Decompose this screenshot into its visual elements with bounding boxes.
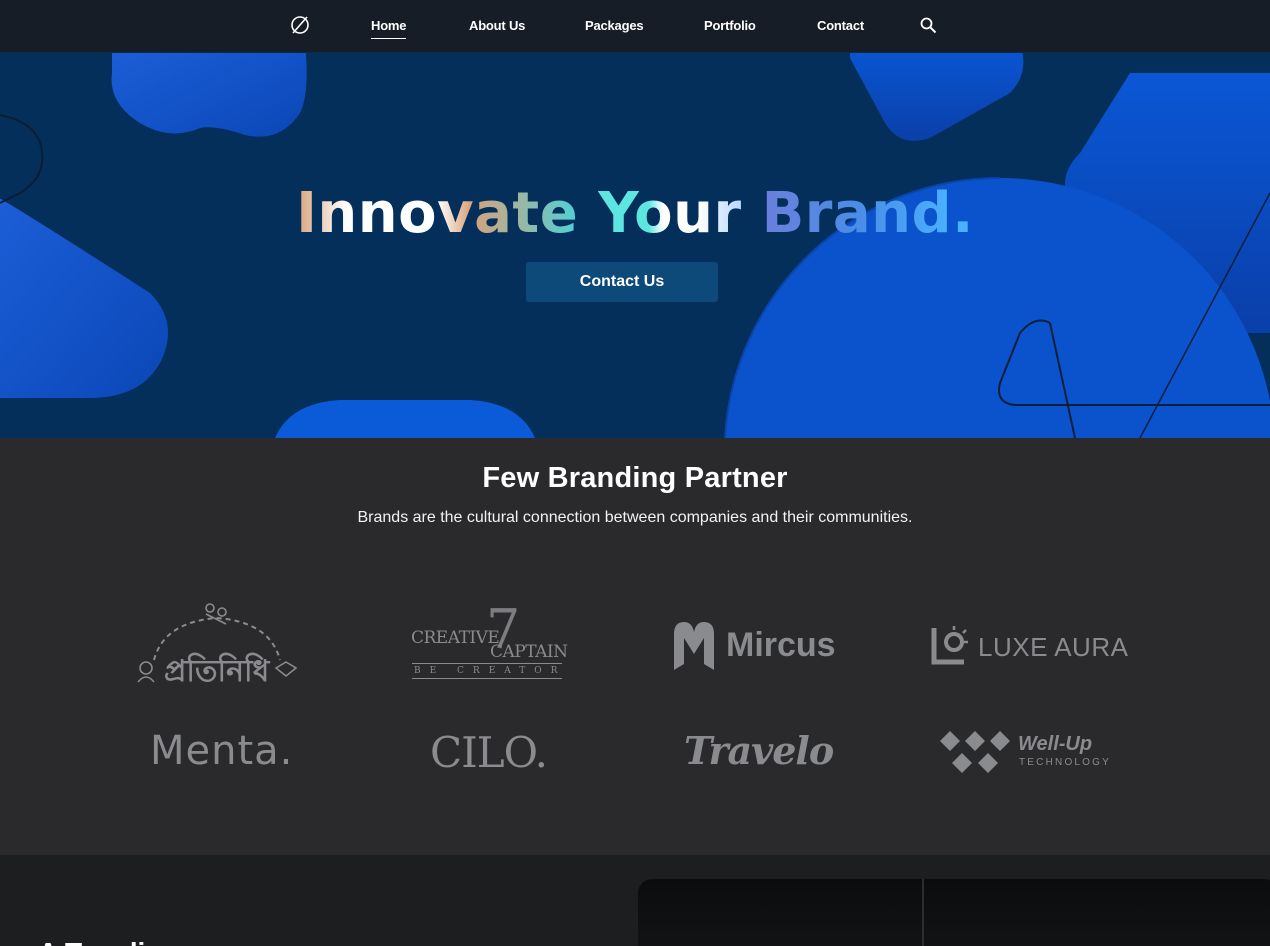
- menta-logo-text: Menta.: [150, 728, 294, 774]
- partner-logo-mircus: Mircus: [670, 618, 850, 672]
- creative-captain-tagline: BE CREATOR: [414, 666, 567, 676]
- partner-logo-well-up: Well-Up TECHNOLOGY: [938, 728, 1118, 778]
- partner-logo-cilo: CILO.: [430, 728, 550, 777]
- hero-title-word-2: Your: [598, 181, 742, 246]
- nav-contact[interactable]: Contact: [817, 18, 864, 33]
- next-section-heading: A Toy di: [38, 937, 145, 946]
- partners-subtitle: Brands are the cultural connection betwe…: [357, 509, 913, 526]
- protinidhi-logo-text: প্রতিনিধি: [164, 654, 270, 689]
- partner-logo-travelo: Travelo: [684, 728, 834, 776]
- hero-title-dot: .: [952, 181, 974, 246]
- next-section-image: [638, 879, 1270, 946]
- next-section-preview: A Toy di: [0, 855, 1270, 946]
- search-icon[interactable]: [920, 17, 937, 34]
- branding-partners-section: Few Branding Partner Brands are the cult…: [0, 438, 1270, 855]
- luxe-aura-logo-text: LUXE AURA: [978, 632, 1129, 662]
- top-navbar: Home About Us Packages Portfolio Contact: [0, 0, 1270, 53]
- nav-portfolio[interactable]: Portfolio: [704, 18, 756, 33]
- hero-title: Innovate Your Brand.: [0, 181, 1270, 246]
- nav-packages[interactable]: Packages: [585, 18, 644, 33]
- hero-title-word-1: Innovate: [296, 181, 579, 246]
- mircus-m-icon: [674, 622, 714, 670]
- partner-logo-protinidhi: প্রতিনিধি: [134, 600, 300, 689]
- partners-title: Few Branding Partner: [482, 462, 788, 494]
- nav-about-us[interactable]: About Us: [469, 18, 525, 33]
- well-up-diamonds-icon: [940, 731, 1010, 773]
- creative-captain-word-1: CREATIVE: [411, 628, 500, 648]
- mircus-logo-text: Mircus: [726, 626, 836, 664]
- empty-set-logo-icon[interactable]: [290, 15, 310, 35]
- well-up-tagline: TECHNOLOGY: [1019, 757, 1112, 768]
- creative-captain-word-2: CAPTAIN: [490, 642, 568, 662]
- travelo-logo-text: Travelo: [684, 728, 834, 773]
- partner-logo-creative-captain: 7 CREATIVE CAPTAIN BE CREATOR: [410, 598, 568, 684]
- luxe-aura-emblem-icon: [931, 626, 968, 665]
- contact-us-button[interactable]: Contact Us: [526, 262, 718, 302]
- hero-title-word-3: Brand: [761, 181, 953, 246]
- nav-home[interactable]: Home: [371, 18, 407, 39]
- hero-section: Innovate Your Brand. Contact Us: [0, 53, 1270, 438]
- partner-logo-luxe-aura: LUXE AURA: [930, 622, 1129, 668]
- cilo-logo-text: CILO.: [430, 728, 548, 777]
- partner-logo-menta: Menta.: [150, 728, 294, 776]
- well-up-logo-text: Well-Up: [1018, 733, 1093, 755]
